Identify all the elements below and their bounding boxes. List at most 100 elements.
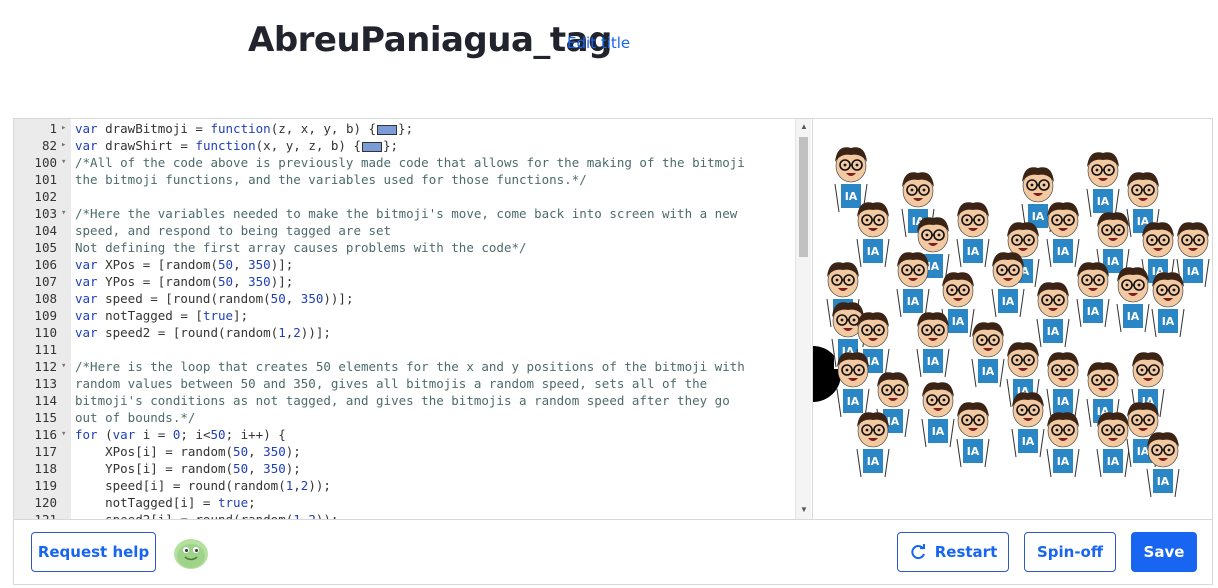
line-number: 106 bbox=[34, 257, 57, 272]
code-line[interactable]: 104 speed, and respond to being tagged ar… bbox=[14, 222, 811, 239]
code-token: ))]; bbox=[323, 291, 354, 306]
folded-code-widget-icon[interactable] bbox=[362, 141, 382, 152]
code-text: var drawBitmoji = function(z, x, y, b) {… bbox=[75, 120, 413, 137]
code-text: Not defining the first array causes prob… bbox=[75, 239, 527, 256]
program-output-canvas[interactable]: IA IA IA IA IA IA IA IA IA IA IA IA IA IA IA IA IA IA IA IA… bbox=[812, 119, 1212, 519]
shirt-label: IA bbox=[1107, 455, 1120, 468]
fold-toggle-icon[interactable]: ▾ bbox=[61, 358, 69, 375]
code-token: bitmoji's conditions as not tagged, and … bbox=[75, 393, 730, 408]
bitmoji-figure: IA bbox=[1046, 412, 1080, 479]
code-token: )); bbox=[316, 512, 339, 519]
code-token: true bbox=[218, 495, 249, 510]
code-token: 350 bbox=[263, 461, 286, 476]
editor-workspace: 1 ▸ var drawBitmoji = function(z, x, y, b)… bbox=[13, 118, 1213, 585]
code-token: 350 bbox=[248, 274, 271, 289]
code-line[interactable]: 116 ▾ for (var i = 0; i<50; i++) { bbox=[14, 426, 811, 443]
code-line[interactable]: 112 ▾ /*Here is the loop that creates 50 e… bbox=[14, 358, 811, 375]
fold-toggle-icon[interactable]: ▾ bbox=[61, 154, 69, 171]
edit-title-link[interactable]: Edit title bbox=[567, 34, 630, 52]
code-token: )); bbox=[308, 478, 331, 493]
code-line[interactable]: 120 notTagged[i] = true; bbox=[14, 494, 811, 511]
line-number: 117 bbox=[34, 444, 57, 459]
save-button[interactable]: Save bbox=[1131, 532, 1197, 572]
page-header: AbreuPaniagua_tag Edit title bbox=[0, 0, 1218, 100]
shirt-label: IA bbox=[952, 315, 965, 328]
code-token: 50 bbox=[210, 427, 226, 442]
scroll-down-arrow-icon[interactable]: ▼ bbox=[800, 505, 808, 514]
code-token: 50 bbox=[218, 274, 234, 289]
code-token: ; i< bbox=[180, 427, 211, 442]
code-line[interactable]: 118 YPos[i] = random(50, 350); bbox=[14, 460, 811, 477]
output-drawing: IA IA IA IA IA IA IA IA IA IA IA IA IA IA IA IA IA IA IA IA… bbox=[813, 147, 1210, 499]
code-token: }; bbox=[398, 121, 414, 136]
code-line[interactable]: 108 var speed = [round(random(50, 350))]; bbox=[14, 290, 811, 307]
code-line[interactable]: 103 ▾ /*Here the variables needed to make … bbox=[14, 205, 811, 222]
fold-toggle-icon[interactable]: ▾ bbox=[61, 205, 69, 222]
code-line[interactable]: 106 var XPos = [random(50, 350)]; bbox=[14, 256, 811, 273]
shirt-label: IA bbox=[1107, 255, 1120, 268]
code-line[interactable]: 107 var YPos = [random(50, 350)]; bbox=[14, 273, 811, 290]
bitmoji-figure: IA bbox=[1096, 412, 1130, 479]
spinoff-button[interactable]: Spin-off bbox=[1024, 532, 1116, 572]
request-help-button[interactable]: Request help bbox=[31, 532, 156, 572]
code-token: XPos[i] = random( bbox=[75, 444, 234, 459]
bitmoji-figure: IA bbox=[856, 412, 890, 479]
code-line[interactable]: 119 speed[i] = round(random(1,2)); bbox=[14, 477, 811, 494]
code-token: var bbox=[75, 325, 98, 340]
code-token: out of bounds.*/ bbox=[75, 410, 196, 425]
code-token: , bbox=[248, 444, 264, 459]
code-token: )]; bbox=[270, 274, 294, 289]
code-token: drawBitmoji = bbox=[97, 121, 211, 136]
code-line[interactable]: 115 out of bounds.*/ bbox=[14, 409, 811, 426]
line-number: 116 bbox=[34, 427, 57, 442]
code-token: var bbox=[75, 257, 98, 272]
code-line[interactable]: 101 the bitmoji functions, and the variab… bbox=[14, 171, 811, 188]
code-text: var XPos = [random(50, 350)]; bbox=[75, 256, 293, 273]
code-line[interactable]: 109 var notTagged = [true]; bbox=[14, 307, 811, 324]
code-token: speed2[i] = round(random( bbox=[75, 512, 293, 519]
code-lines[interactable]: 1 ▸ var drawBitmoji = function(z, x, y, b)… bbox=[14, 119, 811, 519]
code-token: XPos = [random( bbox=[97, 257, 218, 272]
code-line[interactable]: 117 XPos[i] = random(50, 350); bbox=[14, 443, 811, 460]
code-text: for (var i = 0; i<50; i++) { bbox=[75, 426, 286, 443]
bitmoji-figure: IA bbox=[921, 382, 955, 449]
code-token: speed, and respond to being tagged are s… bbox=[75, 223, 392, 238]
fold-toggle-icon[interactable]: ▾ bbox=[61, 426, 69, 443]
fold-toggle-icon[interactable]: ▸ bbox=[61, 120, 69, 137]
scroll-up-arrow-icon[interactable]: ▲ bbox=[800, 122, 808, 131]
code-token: var bbox=[112, 427, 136, 442]
line-number: 82 bbox=[41, 138, 57, 153]
scrollbar-thumb[interactable] bbox=[799, 137, 808, 257]
code-token: 50 bbox=[233, 444, 249, 459]
code-line[interactable]: 1 ▸ var drawBitmoji = function(z, x, y, b)… bbox=[14, 120, 811, 137]
code-text: the bitmoji functions, and the variables… bbox=[75, 171, 587, 188]
shirt-label: IA bbox=[1087, 305, 1100, 318]
code-line[interactable]: 102 bbox=[14, 188, 811, 205]
line-number: 113 bbox=[34, 376, 57, 391]
code-line[interactable]: 121 speed2[i] = round(random(1,2)); bbox=[14, 511, 811, 519]
shirt-label: IA bbox=[845, 190, 858, 203]
shirt-label: IA bbox=[982, 365, 995, 378]
bitmoji-figure: IA bbox=[1046, 202, 1080, 269]
code-token: var bbox=[75, 138, 98, 153]
folded-code-widget-icon[interactable] bbox=[377, 124, 398, 135]
editor-scrollbar[interactable]: ▲ ▼ bbox=[795, 119, 811, 519]
code-text: XPos[i] = random(50, 350); bbox=[75, 443, 301, 460]
code-line[interactable]: 105 Not defining the first array causes p… bbox=[14, 239, 811, 256]
code-line[interactable]: 110 var speed2 = [round(random(1,2))]; bbox=[14, 324, 811, 341]
code-token: var bbox=[75, 274, 98, 289]
code-editor[interactable]: 1 ▸ var drawBitmoji = function(z, x, y, b)… bbox=[14, 119, 811, 519]
code-text: var YPos = [random(50, 350)]; bbox=[75, 273, 293, 290]
code-line[interactable]: 111 bbox=[14, 341, 811, 358]
code-line[interactable]: 113 random values between 50 and 350, giv… bbox=[14, 375, 811, 392]
bitmoji-figure: IA bbox=[1076, 262, 1110, 329]
restart-button[interactable]: Restart bbox=[897, 532, 1009, 572]
code-line[interactable]: 82 ▸ var drawShirt = function(x, y, z, b) … bbox=[14, 137, 811, 154]
code-token: Not defining the first array causes prob… bbox=[75, 240, 527, 255]
shirt-label: IA bbox=[1032, 210, 1045, 223]
fold-toggle-icon[interactable]: ▸ bbox=[61, 137, 69, 154]
code-line[interactable]: 100 ▾ /*All of the code above is previousl… bbox=[14, 154, 811, 171]
restart-label: Restart bbox=[934, 543, 998, 561]
code-token: 50 bbox=[233, 461, 249, 476]
code-line[interactable]: 114 bitmoji's conditions as not tagged, a… bbox=[14, 392, 811, 409]
